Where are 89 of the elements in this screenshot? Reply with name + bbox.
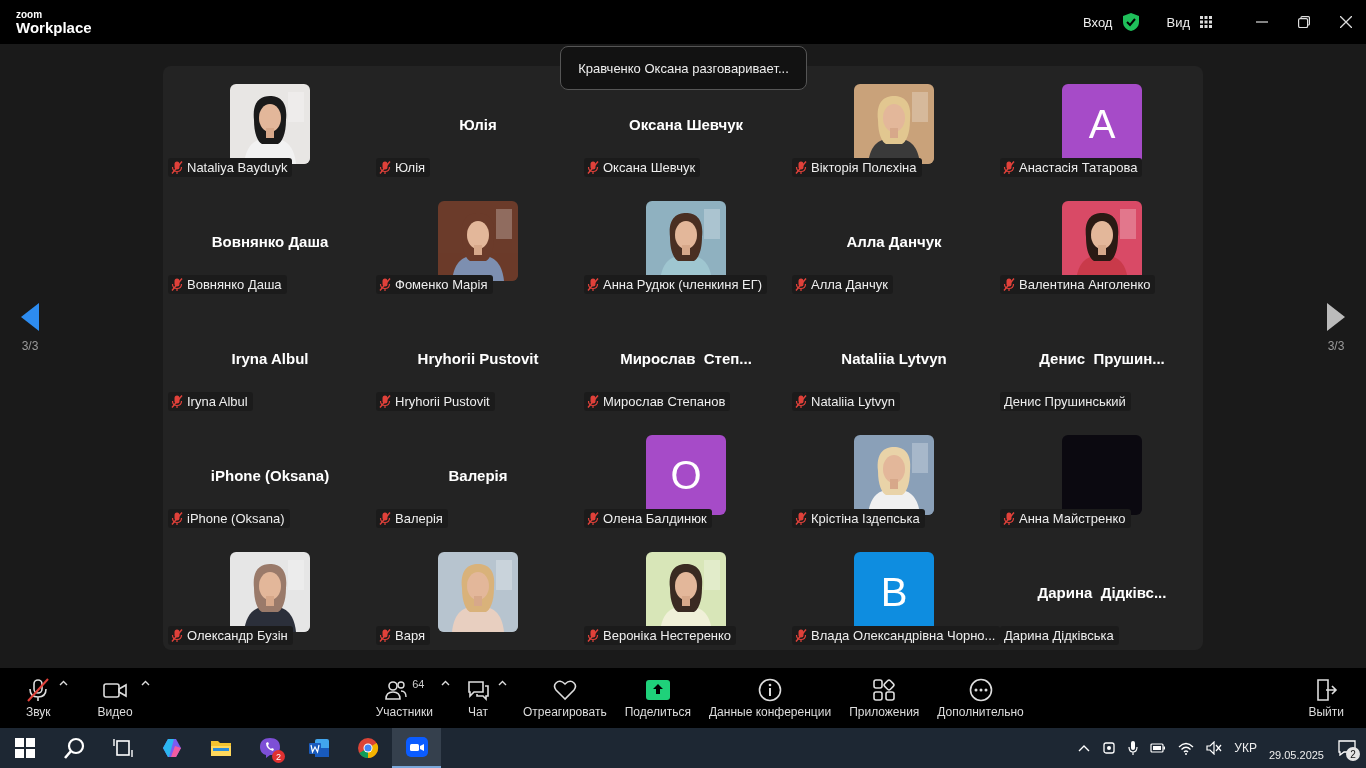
apps-icon xyxy=(872,677,897,702)
participant-label: Варя xyxy=(395,628,426,643)
participant-label: Олександр Бузін xyxy=(187,628,288,643)
participant-name: Вовнянко Даша xyxy=(211,231,329,252)
info-icon xyxy=(758,677,783,702)
browser-icon xyxy=(355,736,380,760)
participant-name: Iryna Albul xyxy=(231,348,309,369)
participant-label: Nataliya Bayduyk xyxy=(187,160,288,175)
date-text[interactable]: 29.05.2025 xyxy=(1268,749,1324,761)
next-page-icon[interactable] xyxy=(1327,303,1345,331)
participant-name: Валерія xyxy=(448,465,508,486)
view-button[interactable]: Вид xyxy=(1166,14,1190,30)
close-icon[interactable] xyxy=(1340,16,1352,28)
notification-count: 2 xyxy=(1346,747,1360,761)
participant-label: Валентина Анголенко xyxy=(1019,277,1151,292)
message-icon xyxy=(1338,740,1356,756)
participant-label: Мирослав Степанов xyxy=(603,394,726,409)
participant-name: Оксана Шевчук xyxy=(628,114,743,135)
video-app-icon xyxy=(404,735,429,759)
microphone-icon[interactable] xyxy=(1128,740,1139,756)
participant-label: Анна Рудюк (членкиня ЕГ) xyxy=(603,277,763,292)
page-indicator: 3/3 xyxy=(1327,339,1345,353)
app-logo-text: zoom xyxy=(16,9,44,20)
participant-label: iPhone (Oksana) xyxy=(187,511,285,526)
notification-button[interactable]: 2 xyxy=(1336,737,1358,759)
participant-name: Hryhorii Pustovit xyxy=(417,348,539,369)
battery-icon[interactable] xyxy=(1150,742,1167,754)
more-icon xyxy=(968,677,993,702)
speaker-muted-icon[interactable] xyxy=(1206,741,1223,755)
task-view-icon xyxy=(110,736,135,760)
toolbar-button[interactable]: Поделиться xyxy=(620,673,695,723)
caret-icon xyxy=(498,679,507,686)
speaker-notification: Кравченко Оксана разговаривает... xyxy=(560,46,807,90)
participant-name: Юлія xyxy=(459,114,497,135)
caret-icon xyxy=(441,679,450,686)
toolbar-button[interactable]: Приложения xyxy=(845,673,924,723)
caret-icon xyxy=(140,679,150,686)
language-indicator[interactable]: УКР xyxy=(1234,741,1257,755)
search-icon xyxy=(61,736,86,760)
participant-label: Вероніка Нестеренко xyxy=(603,628,732,643)
leave-button[interactable]: Выйти xyxy=(1304,673,1348,723)
participant-label: Валерія xyxy=(395,511,443,526)
avatar: O xyxy=(646,435,726,515)
participant-label: Анна Майстренко xyxy=(1019,511,1126,526)
participant-label: Nataliia Lytvyn xyxy=(811,394,896,409)
participant-label: Денис Прушинський xyxy=(1004,394,1126,409)
participant-label: Hryhorii Pustovit xyxy=(395,394,490,409)
sign-in-link[interactable]: Вход xyxy=(1083,14,1113,30)
restore-icon[interactable] xyxy=(1298,16,1310,28)
phone-bubble-icon xyxy=(257,736,282,760)
participant-name: Мирослав Степ... xyxy=(620,348,752,369)
participant-label: Вікторія Полєхіна xyxy=(811,160,917,175)
participant-label: Юлія xyxy=(395,160,426,175)
taskbar-app[interactable] xyxy=(392,728,441,768)
heart-icon xyxy=(552,677,577,702)
toolbar-button[interactable]: Видео xyxy=(93,673,137,723)
wifi-icon[interactable] xyxy=(1178,741,1195,755)
notification-badge: 2 xyxy=(272,750,285,763)
door-icon xyxy=(1314,677,1339,702)
participant-label: Алла Данчук xyxy=(811,277,888,292)
toolbar-button[interactable]: Данные конференции xyxy=(704,673,836,723)
participant-name: Денис Прушин... xyxy=(1039,348,1165,369)
participant-label: Фоменко Марія xyxy=(395,277,488,292)
toolbar-button[interactable]: Звук xyxy=(22,673,55,723)
participant-label: Крістіна Іздепська xyxy=(811,511,920,526)
participant-name: Nataliia Lytvyn xyxy=(841,348,947,369)
toolbar-button[interactable]: Чат xyxy=(462,673,494,723)
shield-icon xyxy=(1122,12,1141,32)
taskbar-app[interactable]: 2 xyxy=(245,728,294,768)
participant-name: iPhone (Oksana) xyxy=(210,465,330,486)
participant-label: Дарина Дідківська xyxy=(1004,628,1114,643)
toolbar-button[interactable]: Дополнительно xyxy=(933,673,1028,723)
page-indicator: 3/3 xyxy=(21,339,39,353)
toolbar-button[interactable]: 64 Участники xyxy=(371,673,437,723)
app-name: Workplace xyxy=(16,19,92,35)
participant-label: Вовнянко Даша xyxy=(187,277,282,292)
caret-icon xyxy=(58,679,68,686)
windows-start-icon xyxy=(12,736,37,760)
participant-name: Дарина Дідківс... xyxy=(1037,582,1167,603)
toolbar-button[interactable]: Отреагировать xyxy=(519,673,611,723)
word-icon xyxy=(306,736,331,760)
grid-icon[interactable] xyxy=(1200,16,1212,28)
previous-page-icon[interactable] xyxy=(21,303,39,331)
chevron-up-icon[interactable] xyxy=(1078,744,1091,752)
participant-label: Оксана Шевчук xyxy=(603,160,696,175)
participant-label: Iryna Albul xyxy=(187,394,248,409)
participant-count: 64 xyxy=(412,677,425,690)
participant-name: Алла Данчук xyxy=(846,231,942,252)
share-screen-icon xyxy=(645,677,670,702)
